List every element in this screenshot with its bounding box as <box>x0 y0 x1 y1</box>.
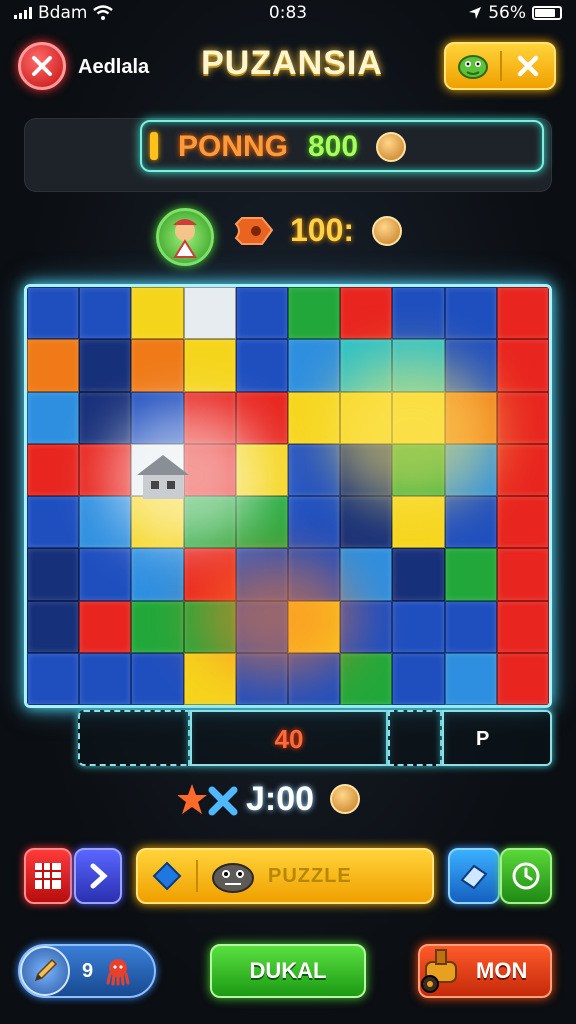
puzzle-piece[interactable] <box>27 496 80 549</box>
puzzle-board[interactable] <box>24 284 552 708</box>
puzzle-piece[interactable] <box>496 652 549 705</box>
monster-button[interactable] <box>446 44 500 88</box>
puzzle-piece[interactable] <box>288 496 341 549</box>
puzzle-button[interactable]: PUZZLE <box>136 848 434 904</box>
puzzle-piece[interactable] <box>79 339 132 392</box>
puzzle-piece[interactable] <box>496 287 549 340</box>
top-right-controls <box>444 42 556 90</box>
puzzle-piece[interactable] <box>27 548 80 601</box>
puzzle-piece[interactable] <box>131 339 184 392</box>
puzzle-piece[interactable] <box>79 600 132 653</box>
star-icon <box>178 784 238 816</box>
pencil-badge <box>20 946 70 996</box>
puzzle-piece[interactable] <box>27 443 80 496</box>
puzzle-piece[interactable] <box>444 496 497 549</box>
score-bar-accent <box>150 132 158 160</box>
score-value: 800 <box>308 130 359 163</box>
close-icon <box>517 55 539 77</box>
piece-slot[interactable] <box>78 710 190 766</box>
house-icon <box>137 455 189 499</box>
timer-value: J:00 <box>246 780 315 818</box>
dismiss-button[interactable] <box>502 44 554 88</box>
puzzle-piece[interactable] <box>79 652 132 705</box>
location-icon <box>469 7 482 19</box>
piece-slot[interactable]: P <box>442 710 552 766</box>
glow-highlight <box>197 557 357 677</box>
eraser-icon <box>460 864 488 890</box>
puzzle-piece[interactable] <box>444 652 497 705</box>
clock-icon <box>512 862 540 890</box>
puzzle-piece[interactable] <box>235 339 288 392</box>
puzzle-piece[interactable] <box>392 652 445 705</box>
shop-button[interactable]: MON <box>418 944 552 998</box>
puzzle-piece[interactable] <box>340 287 393 340</box>
glow-highlight <box>327 357 497 507</box>
coin-icon <box>330 784 360 814</box>
puzzle-piece[interactable] <box>496 339 549 392</box>
puzzle-piece[interactable] <box>392 600 445 653</box>
puzzle-piece[interactable] <box>27 391 80 444</box>
puzzle-piece[interactable] <box>288 287 341 340</box>
puzzle-piece[interactable] <box>496 496 549 549</box>
puzzle-piece[interactable] <box>131 600 184 653</box>
puzzle-label: PUZZLE <box>268 864 352 887</box>
tray-counter: 40 <box>274 724 304 754</box>
puzzle-piece[interactable] <box>340 496 393 549</box>
puzzle-piece[interactable] <box>340 652 393 705</box>
center-action-label: DUKAL <box>249 958 327 983</box>
puzzle-piece[interactable] <box>444 287 497 340</box>
diamond-icon <box>152 861 182 891</box>
next-button[interactable] <box>74 848 122 904</box>
hint-button[interactable]: 9 <box>18 944 156 998</box>
monster-icon <box>458 55 488 79</box>
coin-icon <box>376 132 406 162</box>
puzzle-piece[interactable] <box>27 287 80 340</box>
cannon-icon <box>421 949 457 993</box>
puzzle-piece[interactable] <box>496 600 549 653</box>
character-icon <box>173 219 197 258</box>
shop-label: MON <box>476 958 528 983</box>
puzzle-piece[interactable] <box>79 287 132 340</box>
puzzle-piece[interactable] <box>392 287 445 340</box>
slot-label: P <box>476 728 490 750</box>
creature-icon <box>212 863 254 893</box>
piece-slot[interactable]: 40 <box>190 710 388 766</box>
grid-button[interactable] <box>24 848 72 904</box>
puzzle-piece[interactable] <box>27 652 80 705</box>
piece-slot[interactable] <box>388 710 442 766</box>
puzzle-piece[interactable] <box>131 652 184 705</box>
eraser-button[interactable] <box>448 848 500 904</box>
puzzle-piece[interactable] <box>288 339 341 392</box>
puzzle-piece[interactable] <box>131 287 184 340</box>
octopus-icon <box>106 959 130 986</box>
coin-icon <box>372 216 402 246</box>
puzzle-piece[interactable] <box>235 287 288 340</box>
puzzle-piece[interactable] <box>444 600 497 653</box>
battery-icon <box>532 6 562 20</box>
timer-button[interactable] <box>500 848 552 904</box>
grid-icon <box>35 863 61 889</box>
puzzle-piece[interactable] <box>27 600 80 653</box>
puzzle-piece[interactable] <box>496 443 549 496</box>
score-label: PONNG <box>178 130 289 163</box>
coin-count: 100: <box>290 212 355 248</box>
puzzle-piece[interactable] <box>131 548 184 601</box>
puzzle-piece[interactable] <box>183 339 236 392</box>
pencil-icon <box>34 958 58 982</box>
puzzle-piece[interactable] <box>183 287 236 340</box>
battery-percent: 56% <box>488 3 526 23</box>
center-action-button[interactable]: DUKAL <box>210 944 366 998</box>
status-bar: Bdam 0:83 56% <box>0 0 576 28</box>
puzzle-piece[interactable] <box>392 548 445 601</box>
puzzle-piece[interactable] <box>496 391 549 444</box>
puzzle-piece[interactable] <box>444 548 497 601</box>
score-bar: PONNG 800 <box>140 120 544 172</box>
avatar[interactable] <box>156 208 214 266</box>
puzzle-piece[interactable] <box>496 548 549 601</box>
chevron-right-icon <box>90 863 108 889</box>
ticket-icon <box>234 217 274 245</box>
puzzle-piece[interactable] <box>27 339 80 392</box>
hint-count: 9 <box>82 959 94 982</box>
puzzle-piece[interactable] <box>79 548 132 601</box>
